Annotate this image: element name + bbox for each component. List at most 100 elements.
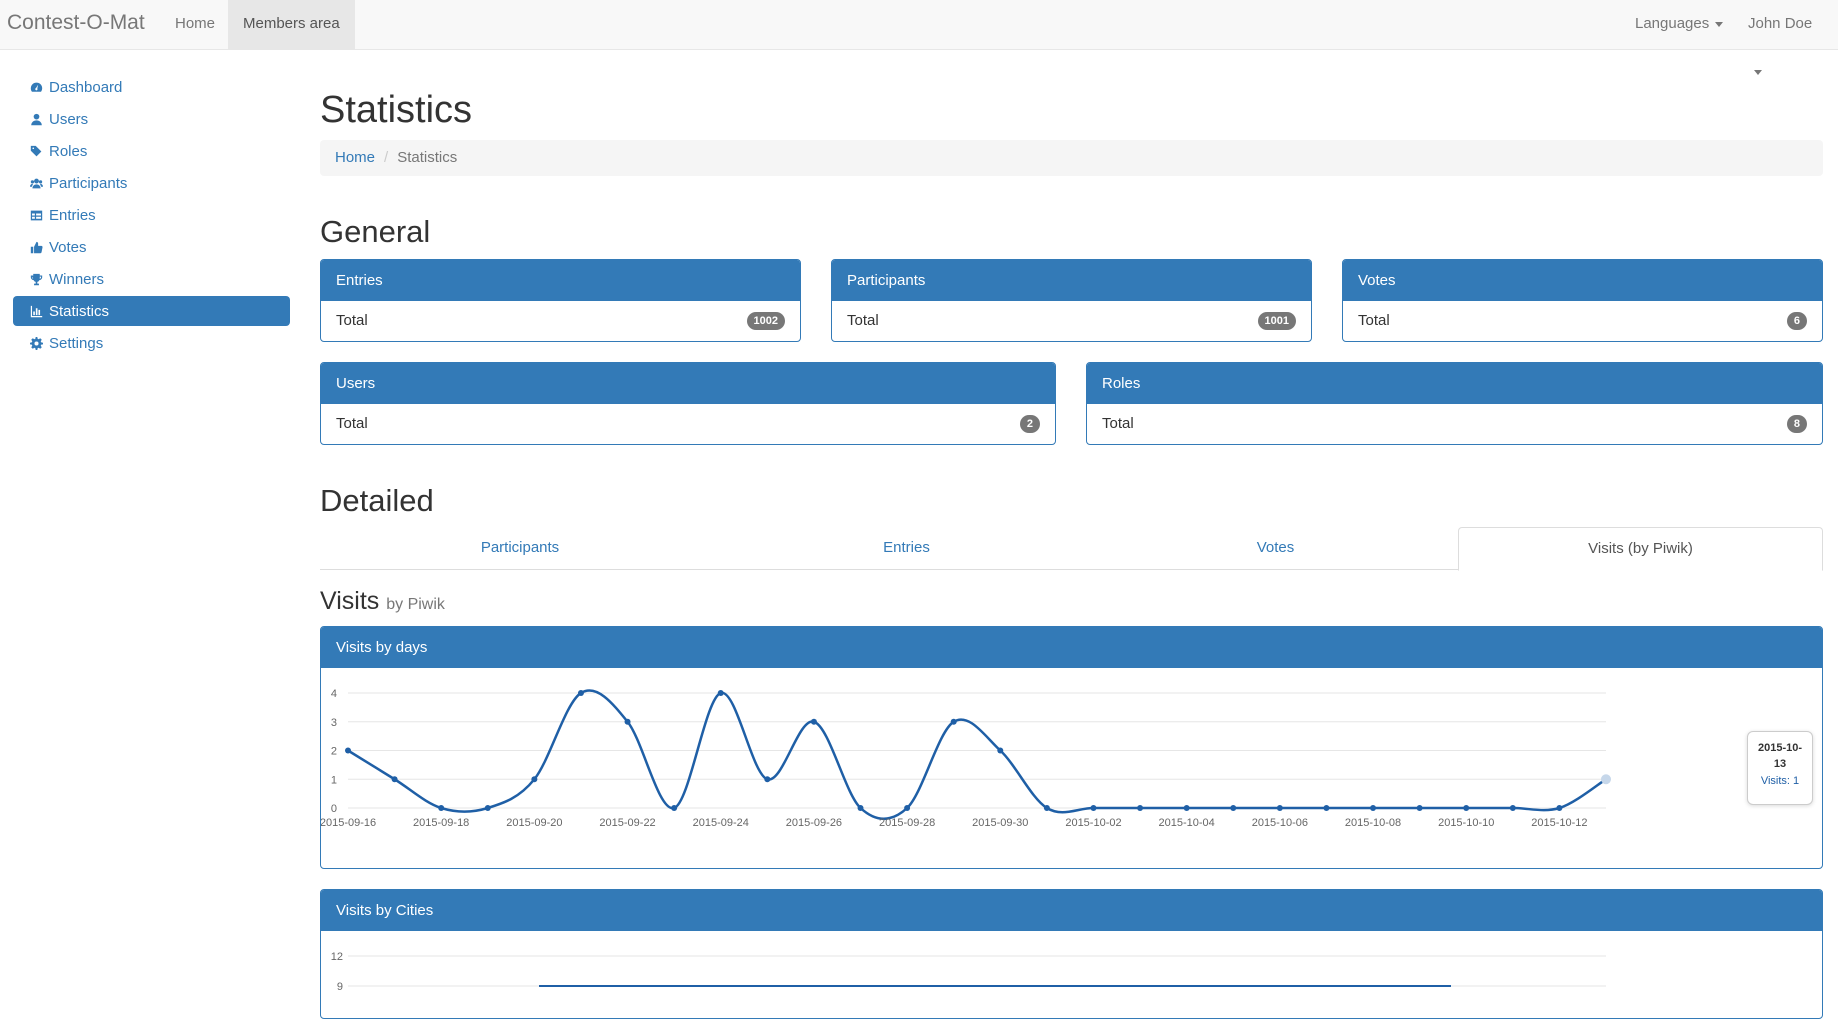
data-point[interactable] xyxy=(904,805,911,811)
data-point[interactable] xyxy=(717,690,724,696)
data-point[interactable] xyxy=(438,805,445,811)
row-label: Total xyxy=(336,312,368,329)
data-point[interactable] xyxy=(1090,805,1097,811)
sidebar-item-votes[interactable]: Votes xyxy=(13,232,290,262)
series-line xyxy=(347,689,1607,821)
data-point[interactable] xyxy=(1137,805,1144,811)
y-tick-label: 0 xyxy=(331,803,337,815)
x-tick-label: 2015-10-06 xyxy=(1252,817,1308,829)
count-badge: 6 xyxy=(1786,312,1807,330)
languages-dropdown[interactable]: Languages xyxy=(1620,0,1738,49)
panel-title: Participants xyxy=(832,260,1311,301)
tab-visits[interactable]: Visits (by Piwik) xyxy=(1458,527,1823,571)
x-tick-label: 2015-10-08 xyxy=(1345,817,1401,829)
data-point[interactable] xyxy=(764,776,771,783)
data-point[interactable] xyxy=(391,776,398,783)
tab-votes[interactable]: Votes xyxy=(1093,527,1458,570)
data-point[interactable] xyxy=(1416,805,1423,811)
panel-title: Votes xyxy=(1343,260,1822,301)
entries-panel: Entries Total 1002 xyxy=(320,259,801,342)
y-tick-label: 3 xyxy=(331,717,337,729)
data-point[interactable] xyxy=(997,747,1004,754)
sidebar-item-participants[interactable]: Participants xyxy=(13,168,290,198)
data-point[interactable] xyxy=(950,718,957,725)
data-point[interactable] xyxy=(1509,805,1516,811)
panel-title: Users xyxy=(321,363,1055,404)
users-panel: Users Total 2 xyxy=(320,362,1056,445)
sidebar-item-label: Settings xyxy=(49,334,104,352)
row-label: Total xyxy=(1102,415,1134,432)
sidebar-item-users[interactable]: Users xyxy=(13,104,290,134)
sidebar-item-label: Dashboard xyxy=(49,78,123,96)
sidebar-nav: Dashboard Users Roles Participants Entri… xyxy=(13,72,290,360)
panel-row: Total 1001 xyxy=(832,301,1311,341)
tags-icon xyxy=(30,145,42,156)
data-point[interactable] xyxy=(671,805,678,811)
top-navbar: Contest-O-Mat Home Members area Language… xyxy=(0,0,1838,75)
data-point[interactable] xyxy=(1370,805,1377,811)
general-heading: General xyxy=(320,214,431,249)
roles-panel: Roles Total 8 xyxy=(1086,362,1823,445)
visits-by-cities-chart: 12 9 xyxy=(331,951,1606,993)
nav-home-link[interactable]: Home xyxy=(160,0,230,49)
panel-row: Total 8 xyxy=(1087,404,1822,444)
gear-icon xyxy=(30,336,43,350)
data-point[interactable] xyxy=(484,805,491,811)
data-point[interactable] xyxy=(531,776,538,783)
bar-chart-icon xyxy=(30,305,43,317)
tooltip-date: 2015-10-13 xyxy=(1757,742,1803,770)
visits-heading: Visits by Piwik xyxy=(320,587,445,616)
data-point[interactable] xyxy=(1183,805,1190,811)
nav-members-area-link[interactable]: Members area xyxy=(228,0,355,49)
visits-subtitle: by Piwik xyxy=(386,596,445,613)
user-name-label: John Doe xyxy=(1748,15,1813,32)
panel-row: Total 2 xyxy=(321,404,1055,444)
row-label: Total xyxy=(336,415,368,432)
data-point[interactable] xyxy=(857,805,864,811)
sidebar-item-winners[interactable]: Winners xyxy=(13,264,290,294)
y-tick-label: 1 xyxy=(331,774,337,786)
visits-by-days-chart: 0 1 2 3 4 2015-09-16 2015-09-18 2015-09-20 2015-… xyxy=(321,688,1611,829)
data-point[interactable] xyxy=(577,690,584,696)
sidebar-item-label: Roles xyxy=(49,142,88,160)
data-point[interactable] xyxy=(1043,805,1050,811)
tab-entries[interactable]: Entries xyxy=(720,527,1093,570)
data-point[interactable] xyxy=(1230,805,1237,811)
x-tick-label: 2015-09-22 xyxy=(599,817,655,829)
sidebar-item-dashboard[interactable]: Dashboard xyxy=(13,72,290,102)
breadcrumb-home-link[interactable]: Home xyxy=(335,149,375,166)
detailed-heading: Detailed xyxy=(320,483,434,518)
y-tick-label: 9 xyxy=(337,981,343,993)
brand-link[interactable]: Contest-O-Mat xyxy=(7,11,145,35)
x-tick-label: 2015-10-12 xyxy=(1531,817,1587,829)
data-point[interactable] xyxy=(1323,805,1330,811)
sidebar-item-settings[interactable]: Settings xyxy=(13,328,290,358)
x-tick-label: 2015-09-30 xyxy=(972,817,1028,829)
sidebar-item-entries[interactable]: Entries xyxy=(13,200,290,230)
x-tick-label: 2015-10-04 xyxy=(1159,817,1215,829)
data-point[interactable] xyxy=(1556,805,1563,811)
thumbs-up-icon xyxy=(30,241,43,253)
data-point[interactable] xyxy=(1276,805,1283,811)
user-dropdown[interactable]: John Doe xyxy=(1733,0,1838,75)
panel-title: Entries xyxy=(321,260,800,301)
sidebar-item-roles[interactable]: Roles xyxy=(13,136,290,166)
tooltip-value: Visits: 1 xyxy=(1760,775,1800,787)
tab-participants[interactable]: Participants xyxy=(320,527,720,570)
count-badge: 1001 xyxy=(1257,312,1296,330)
panel-title: Roles xyxy=(1087,363,1822,404)
panel-row: Total 6 xyxy=(1343,301,1822,341)
caret-down-icon xyxy=(1754,69,1762,75)
x-tick-label: 2015-09-26 xyxy=(786,817,842,829)
breadcrumb-current: Statistics xyxy=(397,149,458,166)
sidebar-item-statistics[interactable]: Statistics xyxy=(13,296,290,326)
data-point[interactable] xyxy=(810,718,817,725)
visits-title: Visits xyxy=(320,587,380,615)
data-point[interactable] xyxy=(624,718,631,725)
languages-label: Languages xyxy=(1635,15,1710,32)
sidebar-item-label: Participants xyxy=(49,174,128,192)
data-point[interactable] xyxy=(1463,805,1470,811)
user-icon xyxy=(31,113,42,125)
data-point[interactable] xyxy=(1601,774,1611,785)
data-point[interactable] xyxy=(345,747,351,754)
